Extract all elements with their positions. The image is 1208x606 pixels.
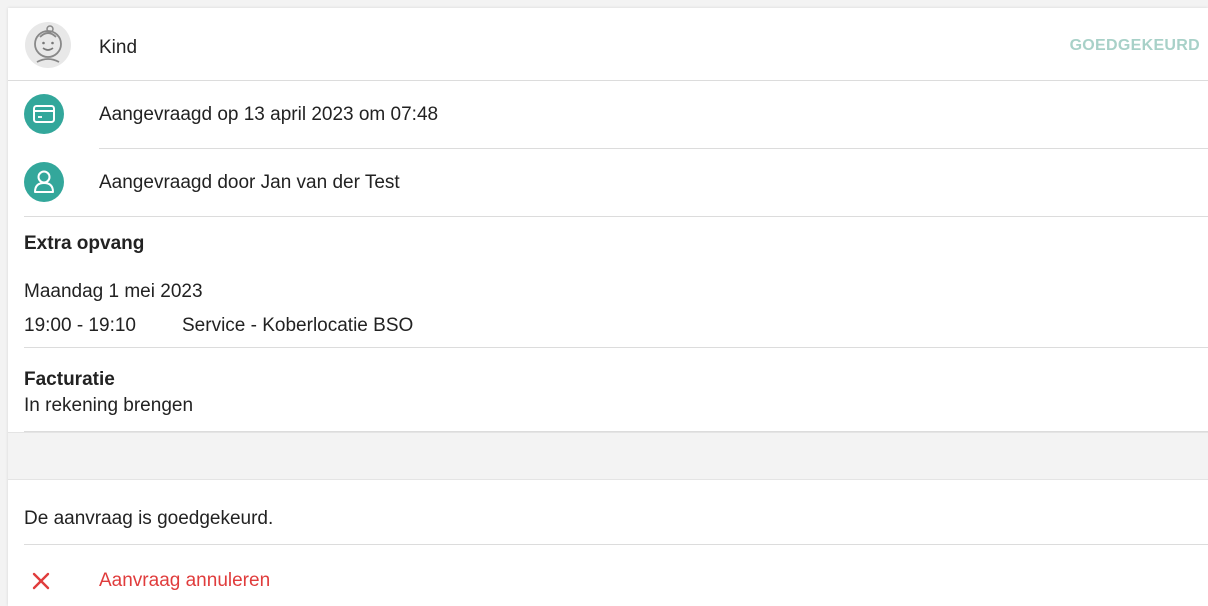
section-spacer: [8, 432, 1208, 480]
requested-on-text: Aangevraagd op 13 april 2023 om 07:48: [99, 104, 439, 125]
divider: [24, 216, 1208, 217]
divider: [99, 148, 1208, 149]
divider: [8, 80, 1208, 81]
extra-opvang-time: 19:00 - 19:10: [24, 315, 136, 336]
cancel-request-button[interactable]: Aanvraag annuleren: [8, 564, 1208, 604]
divider: [24, 347, 1208, 348]
extra-opvang-service: Service - Koberlocatie BSO: [182, 315, 414, 336]
person-icon: [24, 162, 64, 202]
status-badge: GOEDGEKEURD: [1069, 37, 1200, 54]
credit-card-icon: [24, 94, 64, 134]
status-message: De aanvraag is goedgekeurd.: [24, 508, 274, 529]
billing-value: In rekening brengen: [24, 395, 194, 416]
child-face-icon: [24, 21, 72, 69]
cancel-request-label: Aanvraag annuleren: [99, 570, 271, 591]
request-card: Kind GOEDGEKEURD Aangevraagd op 13 april…: [8, 8, 1208, 606]
divider: [24, 544, 1208, 545]
billing-heading: Facturatie: [24, 369, 115, 390]
child-label: Kind: [99, 37, 138, 58]
extra-opvang-heading: Extra opvang: [24, 233, 145, 254]
extra-opvang-date: Maandag 1 mei 2023: [24, 281, 203, 302]
close-icon: [32, 572, 50, 590]
requested-by-text: Aangevraagd door Jan van der Test: [99, 172, 400, 193]
